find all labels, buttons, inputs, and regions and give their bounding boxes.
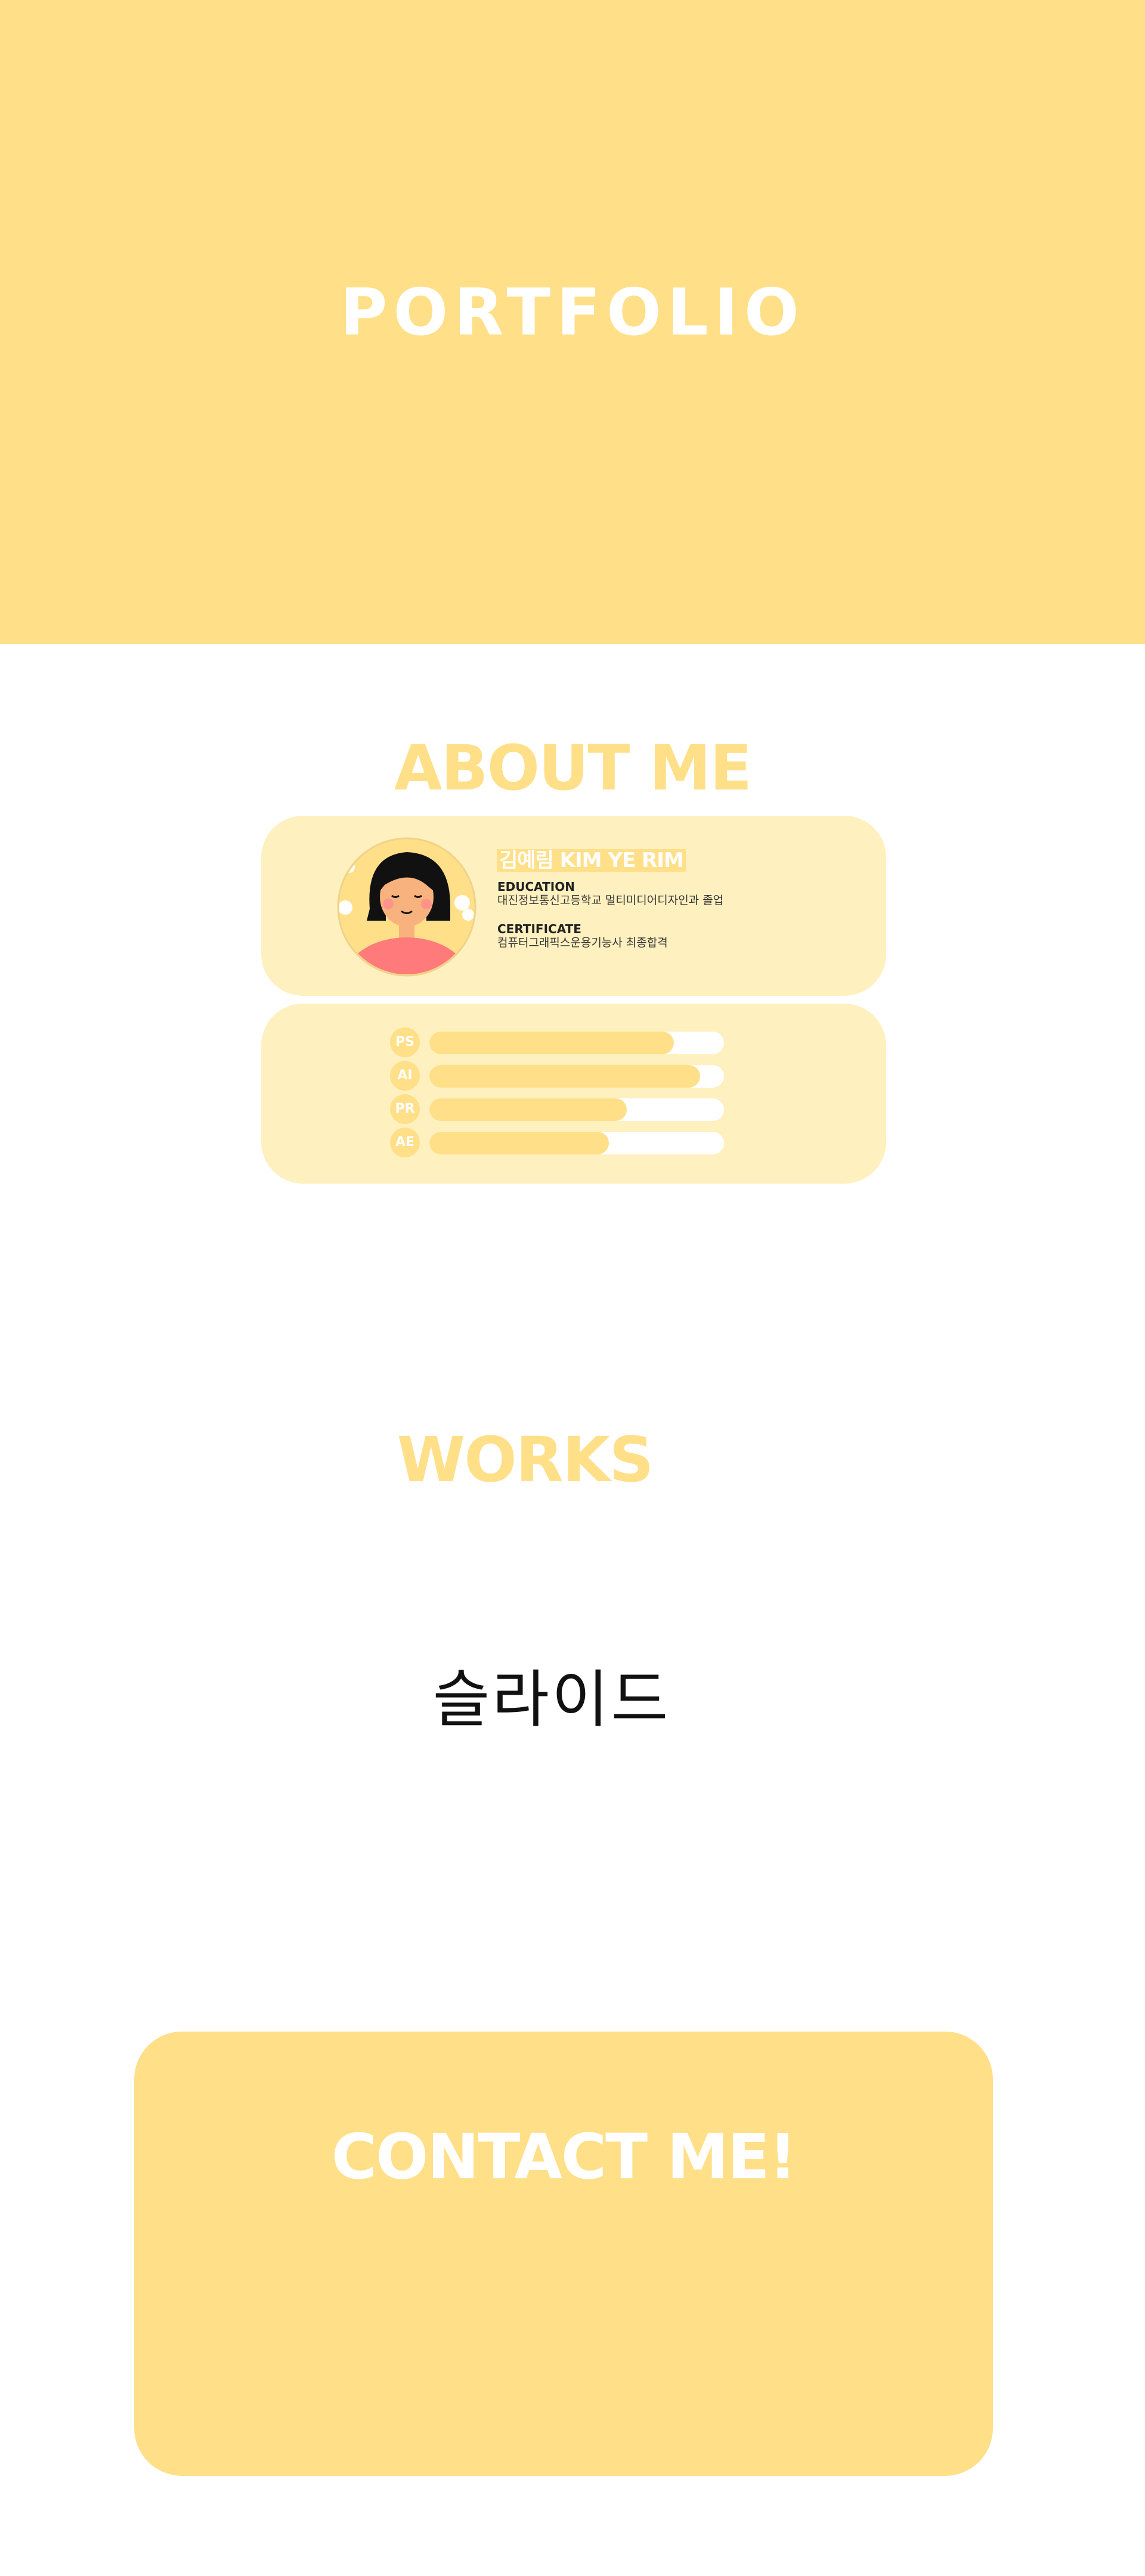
skill-badge: AE [390,1128,420,1157]
skill-track [429,1032,724,1054]
skill-row-pr: PR [390,1094,724,1124]
contact-section: CONTACT ME! [134,2032,993,2476]
hero-section: PORTFOLIO [0,0,1145,644]
works-slider[interactable]: 슬라이드 [0,1664,1145,1735]
skill-row-ps: PS [390,1027,724,1057]
skill-fill [429,1098,627,1121]
profile-name: 김예림 KIM YE RIM [497,849,686,872]
avatar [337,837,476,977]
skill-fill [429,1132,609,1154]
hero-title: PORTFOLIO [340,275,805,350]
skill-fill [429,1065,701,1088]
skill-track [429,1098,724,1121]
education-label: EDUCATION [497,880,575,894]
certificate-label: CERTIFICATE [497,922,581,936]
slider-placeholder-text: 슬라이드 [432,1663,671,1736]
skill-track [429,1065,724,1088]
education-value: 대진정보통신고등학교 멀티미디어디자인과 졸업 [497,894,724,907]
certificate-value: 컴퓨터그래픽스운용기능사 최종합격 [497,936,668,949]
skill-row-ae: AE [390,1128,724,1157]
skill-badge: AI [390,1061,420,1091]
works-heading: WORKS [397,1423,654,1496]
skill-row-ai: AI [390,1061,724,1091]
skills-card: PS AI PR AE [261,1004,886,1184]
skill-track [429,1132,724,1154]
skill-fill [429,1032,674,1054]
skill-badge: PS [390,1027,420,1057]
profile-card: 김예림 KIM YE RIM EDUCATION 대진정보통신고등학교 멀티미디… [261,816,886,996]
contact-title: CONTACT ME! [331,2120,797,2193]
about-heading: ABOUT ME [394,732,752,804]
skill-badge: PR [390,1094,420,1124]
